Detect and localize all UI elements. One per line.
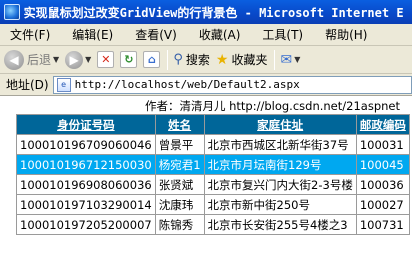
cell-id: 100010197205200007 <box>16 214 156 235</box>
column-header-name[interactable]: 姓名 <box>154 114 205 135</box>
address-url[interactable]: http://localhost/web/Default2.aspx <box>75 78 300 91</box>
stop-icon: ✕ <box>97 51 115 68</box>
menu-favorites[interactable]: 收藏(A) <box>199 26 241 43</box>
back-arrow-icon: ◀ <box>4 49 24 70</box>
table-row-highlighted[interactable]: 100010196712150030 杨宛君1 北京市月坛南街129号 1000… <box>16 154 410 175</box>
menu-edit[interactable]: 编辑(E) <box>72 26 113 43</box>
title-bar: 实现鼠标划过改变GridView的行背景色 - Microsoft Intern… <box>0 0 412 24</box>
cell-address: 北京市新中街250号 <box>203 194 357 215</box>
toolbar: ◀ 后退 ▼ ▶ ▼ ✕ ↻ ⌂ ⚲ 搜索 ★ 收藏夹 ✉ ▼ <box>0 46 412 74</box>
column-header-zip[interactable]: 邮政编码 <box>355 114 410 135</box>
address-input[interactable]: e http://localhost/web/Default2.aspx <box>52 75 412 94</box>
chevron-down-icon[interactable]: ▼ <box>85 55 91 64</box>
favorites-label: 收藏夹 <box>231 53 268 67</box>
forward-arrow-icon: ▶ <box>65 50 84 69</box>
window-title: 实现鼠标划过改变GridView的行背景色 - Microsoft Intern… <box>23 5 404 20</box>
cell-address: 北京市复兴门内大街2-3号楼 <box>203 174 357 195</box>
cell-name: 陈锦秀 <box>154 214 205 235</box>
cell-zip: 100731 <box>355 214 410 235</box>
home-button[interactable]: ⌂ <box>143 51 161 68</box>
cell-name: 杨宛君1 <box>154 154 205 175</box>
address-bar: 地址(D) e http://localhost/web/Default2.as… <box>0 74 412 96</box>
table-row[interactable]: 100010196709060046 曾景平 北京市西城区北新华街37号 100… <box>16 134 410 155</box>
cell-name: 沈康玮 <box>154 194 205 215</box>
cell-zip: 100031 <box>355 134 410 155</box>
column-header-id[interactable]: 身份证号码 <box>16 114 156 135</box>
table-header-row: 身份证号码 姓名 家庭住址 邮政编码 <box>16 114 410 135</box>
back-label: 后退 <box>27 53 52 67</box>
cell-zip: 100036 <box>355 174 410 195</box>
cell-id: 100010196709060046 <box>16 134 156 155</box>
menu-view[interactable]: 查看(V) <box>135 26 177 43</box>
cell-id: 100010196712150030 <box>16 154 156 175</box>
toolbar-separator <box>167 49 169 70</box>
favorites-button[interactable]: ★ 收藏夹 <box>216 51 268 68</box>
cell-id: 100010197103290014 <box>16 194 156 215</box>
chevron-down-icon[interactable]: ▼ <box>53 55 59 64</box>
cell-zip: 100045 <box>355 154 410 175</box>
column-header-address[interactable]: 家庭住址 <box>203 114 357 135</box>
refresh-button[interactable]: ↻ <box>120 51 138 68</box>
toolbar-separator <box>274 49 276 70</box>
chevron-down-icon[interactable]: ▼ <box>294 55 300 64</box>
mail-button[interactable]: ✉ ▼ <box>280 52 300 68</box>
gridview-table: 身份证号码 姓名 家庭住址 邮政编码 100010196709060046 曾景… <box>16 114 410 235</box>
stop-button[interactable]: ✕ <box>97 51 115 68</box>
menu-tools[interactable]: 工具(T) <box>262 26 303 43</box>
search-label: 搜索 <box>185 53 210 67</box>
cell-address: 北京市月坛南街129号 <box>203 154 357 175</box>
page-content: 作者：清清月儿 http://blog.csdn.net/21aspnet 身份… <box>0 96 412 263</box>
cell-name: 张贤斌 <box>154 174 205 195</box>
cell-id: 100010196908060036 <box>16 174 156 195</box>
home-icon: ⌂ <box>143 51 161 68</box>
menu-help[interactable]: 帮助(H) <box>325 26 367 43</box>
ie-icon <box>4 4 20 20</box>
author-line: 作者：清清月儿 http://blog.csdn.net/21aspnet <box>144 99 400 113</box>
cell-zip: 100027 <box>355 194 410 215</box>
address-label: 地址(D) <box>6 78 49 92</box>
search-button[interactable]: ⚲ 搜索 <box>173 51 210 68</box>
search-icon: ⚲ <box>173 52 183 67</box>
cell-address: 北京市长安街255号4楼之3 <box>203 214 357 235</box>
table-row[interactable]: 100010197205200007 陈锦秀 北京市长安街255号4楼之3 10… <box>16 214 410 235</box>
menu-bar: 文件(F) 编辑(E) 查看(V) 收藏(A) 工具(T) 帮助(H) <box>0 24 412 46</box>
table-row[interactable]: 100010197103290014 沈康玮 北京市新中街250号 100027 <box>16 194 410 215</box>
cell-address: 北京市西城区北新华街37号 <box>203 134 357 155</box>
page-icon: e <box>56 77 71 92</box>
mail-icon: ✉ <box>280 51 293 68</box>
table-row[interactable]: 100010196908060036 张贤斌 北京市复兴门内大街2-3号楼 10… <box>16 174 410 195</box>
refresh-icon: ↻ <box>120 51 138 68</box>
star-icon: ★ <box>215 51 229 68</box>
menu-file[interactable]: 文件(F) <box>10 26 50 43</box>
cell-name: 曾景平 <box>154 134 205 155</box>
back-button[interactable]: ◀ 后退 ▼ <box>4 49 59 70</box>
forward-button[interactable]: ▶ ▼ <box>65 50 91 69</box>
